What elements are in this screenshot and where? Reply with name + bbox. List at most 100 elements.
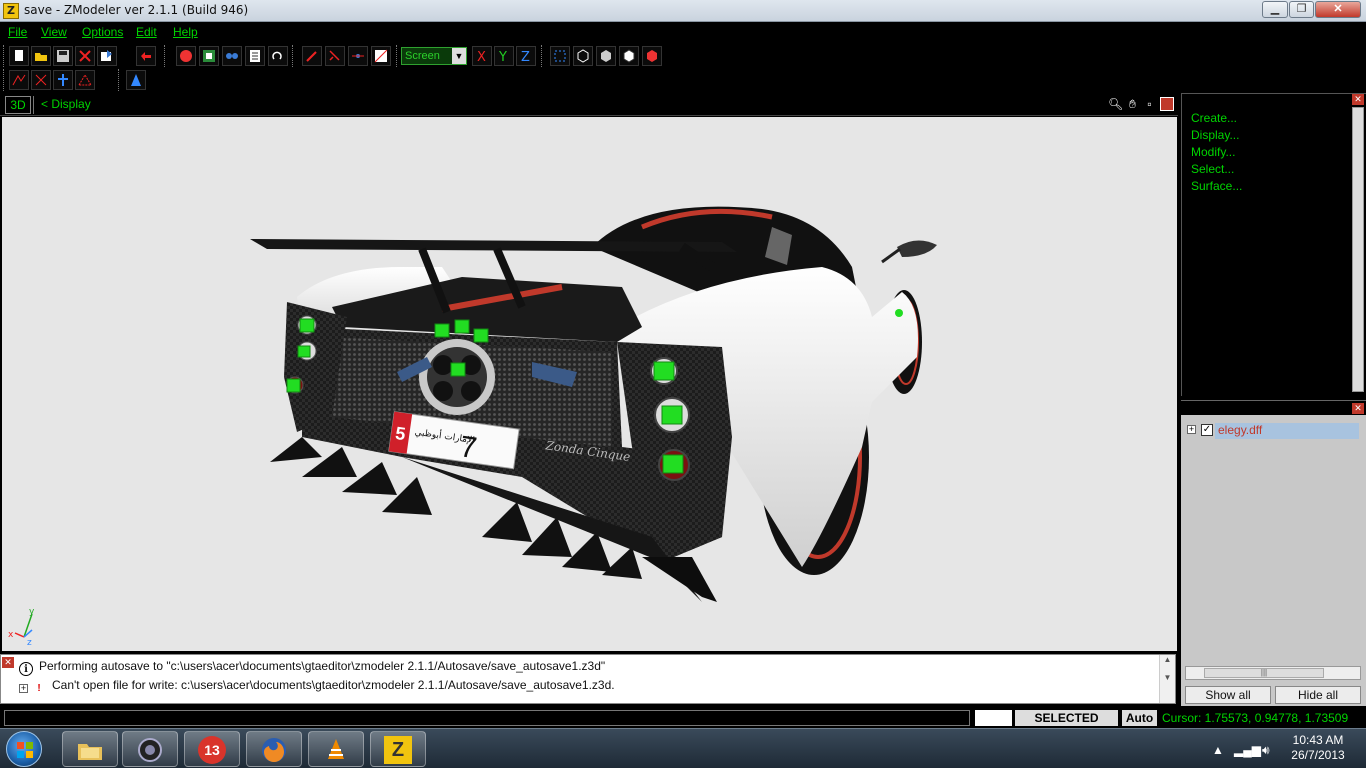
log-scrollbar[interactable]: ▲ ▼ [1159, 655, 1175, 703]
auto-indicator[interactable]: Auto [1122, 710, 1157, 726]
menu-help[interactable]: Help [173, 25, 198, 39]
brush-tool-icon[interactable] [302, 46, 322, 66]
menu-bar: File View Options Edit Help [0, 22, 1366, 42]
tree-expand-icon[interactable]: + [1187, 425, 1196, 434]
select-vertex-icon[interactable] [550, 46, 570, 66]
menu-file[interactable]: File [8, 25, 27, 39]
dummy-marker[interactable] [661, 405, 683, 425]
undo-icon[interactable] [136, 46, 156, 66]
taskbar-zmodeler[interactable]: Z [370, 731, 426, 767]
bone-tool-icon[interactable] [53, 70, 73, 90]
command-surface[interactable]: Surface... [1191, 179, 1242, 193]
delete-icon[interactable] [75, 46, 95, 66]
log-expand-icon[interactable]: + [19, 684, 28, 693]
coordinate-system-select[interactable]: Screen ▼ [401, 47, 467, 65]
dummy-marker[interactable] [653, 361, 675, 381]
minimize-button[interactable]: ▁ [1262, 1, 1288, 18]
taskbar-firefox[interactable] [246, 731, 302, 767]
dummy-marker[interactable] [299, 318, 315, 333]
dummy-marker[interactable] [450, 362, 466, 377]
taskbar-explorer[interactable] [62, 731, 118, 767]
log-close-button[interactable]: ✕ [2, 657, 14, 668]
rotate-tool-icon[interactable] [31, 70, 51, 90]
wheel-icon [138, 738, 162, 762]
menu-view[interactable]: View [41, 25, 67, 39]
selection-mode-indicator[interactable]: SELECTED MODE [1015, 710, 1118, 741]
diffuser-fin [482, 502, 532, 542]
select-object-icon[interactable] [573, 46, 593, 66]
scale-tool-icon[interactable] [75, 70, 95, 90]
thirteen-icon: 13 [198, 736, 226, 764]
dummy-marker[interactable] [662, 454, 684, 474]
viewport-mode-button[interactable]: 3D [5, 96, 31, 114]
dummy-marker[interactable] [286, 378, 301, 393]
save-file-icon[interactable] [53, 46, 73, 66]
properties-icon[interactable] [245, 46, 265, 66]
axis-y-button[interactable]: Y [494, 46, 514, 66]
axis-x-line [14, 632, 25, 638]
open-file-icon[interactable] [31, 46, 51, 66]
viewport-close-button[interactable] [1160, 97, 1174, 111]
taskbar-clock[interactable]: 10:43 AM 26/7/2013 [1282, 733, 1354, 763]
dummy-marker[interactable] [895, 309, 903, 317]
zmodeler-app-icon[interactable]: Z [3, 3, 19, 19]
select-polygon-icon[interactable] [642, 46, 662, 66]
viewport-restore-icon[interactable]: ▫ [1142, 97, 1157, 112]
grid-tool-icon[interactable] [371, 46, 391, 66]
menu-options[interactable]: Options [82, 25, 123, 39]
tree-visibility-checkbox[interactable]: ✓ [1201, 424, 1213, 436]
taskbar-13-app[interactable]: 13 [184, 731, 240, 767]
maximize-button[interactable]: ❐ [1289, 1, 1314, 18]
command-modify[interactable]: Modify... [1191, 145, 1235, 159]
taskbar-tcl-app[interactable] [122, 731, 178, 767]
dummy-marker[interactable] [434, 323, 450, 338]
axis-z-button[interactable]: Z [516, 46, 536, 66]
scrollbar-thumb[interactable]: ||| [1204, 668, 1324, 678]
hide-all-button[interactable]: Hide all [1275, 686, 1361, 704]
taskbar-vlc[interactable] [308, 731, 364, 767]
menu-edit[interactable]: Edit [136, 25, 157, 39]
redo-icon[interactable] [268, 46, 288, 66]
close-window-button[interactable]: ✕ [1315, 1, 1361, 18]
start-button[interactable] [6, 731, 42, 767]
axis-x-button[interactable]: X [472, 46, 492, 66]
show-all-button[interactable]: Show all [1185, 686, 1271, 704]
move-tool-icon[interactable] [9, 70, 29, 90]
log-entry-error[interactable]: +! Can't open file for write: c:\users\ac… [19, 678, 615, 696]
show-hidden-icons[interactable]: ▲ [1212, 743, 1224, 757]
new-file-icon[interactable] [9, 46, 29, 66]
dummy-marker[interactable] [297, 345, 311, 358]
main-toolbar: Screen ▼ X Y Z [0, 44, 1366, 68]
command-panel-close-button[interactable]: ✕ [1352, 94, 1364, 105]
render-sphere-icon[interactable] [176, 46, 196, 66]
status-message-area [4, 710, 970, 726]
uv-mapper-icon[interactable] [222, 46, 242, 66]
zoom-icon[interactable]: 🔍︎ [1108, 97, 1123, 112]
axis-gizmo: y x z [8, 607, 35, 648]
command-display[interactable]: Display... [1191, 128, 1239, 142]
command-panel-scrollbar[interactable] [1352, 107, 1364, 392]
dummy-marker[interactable] [473, 328, 489, 343]
pivot-tool-icon[interactable] [126, 70, 146, 90]
dummy-marker[interactable] [454, 319, 470, 334]
scene-tree-close-button[interactable]: ✕ [1352, 403, 1364, 414]
command-create[interactable]: Create... [1191, 111, 1237, 125]
pan-hand-icon[interactable]: ✋︎ [1125, 97, 1140, 112]
import-icon[interactable] [97, 46, 117, 66]
3d-viewport[interactable]: 5 الإمارات أبوظبي 7 Zonda Cinque y x z [2, 117, 1177, 651]
select-element-icon[interactable] [619, 46, 639, 66]
chevron-down-icon[interactable]: ▼ [452, 48, 466, 64]
log-entry-info[interactable]: i Performing autosave to "c:\users\acer\d… [19, 659, 605, 677]
network-icon[interactable]: ▂▄▆ [1234, 743, 1261, 757]
snap-tool-icon[interactable] [348, 46, 368, 66]
volume-icon[interactable]: 🔊︎ [1262, 743, 1270, 758]
pick-tool-icon[interactable] [325, 46, 345, 66]
info-icon: i [19, 662, 33, 676]
tree-item-elegy[interactable]: elegy.dff [1215, 423, 1359, 439]
command-select[interactable]: Select... [1191, 162, 1234, 176]
select-face-icon[interactable] [596, 46, 616, 66]
material-editor-icon[interactable] [199, 46, 219, 66]
viewport-display-menu[interactable]: < Display [41, 97, 91, 111]
scene-tree-hscrollbar[interactable]: ||| [1185, 666, 1361, 680]
axis-y-label: y [29, 607, 35, 617]
